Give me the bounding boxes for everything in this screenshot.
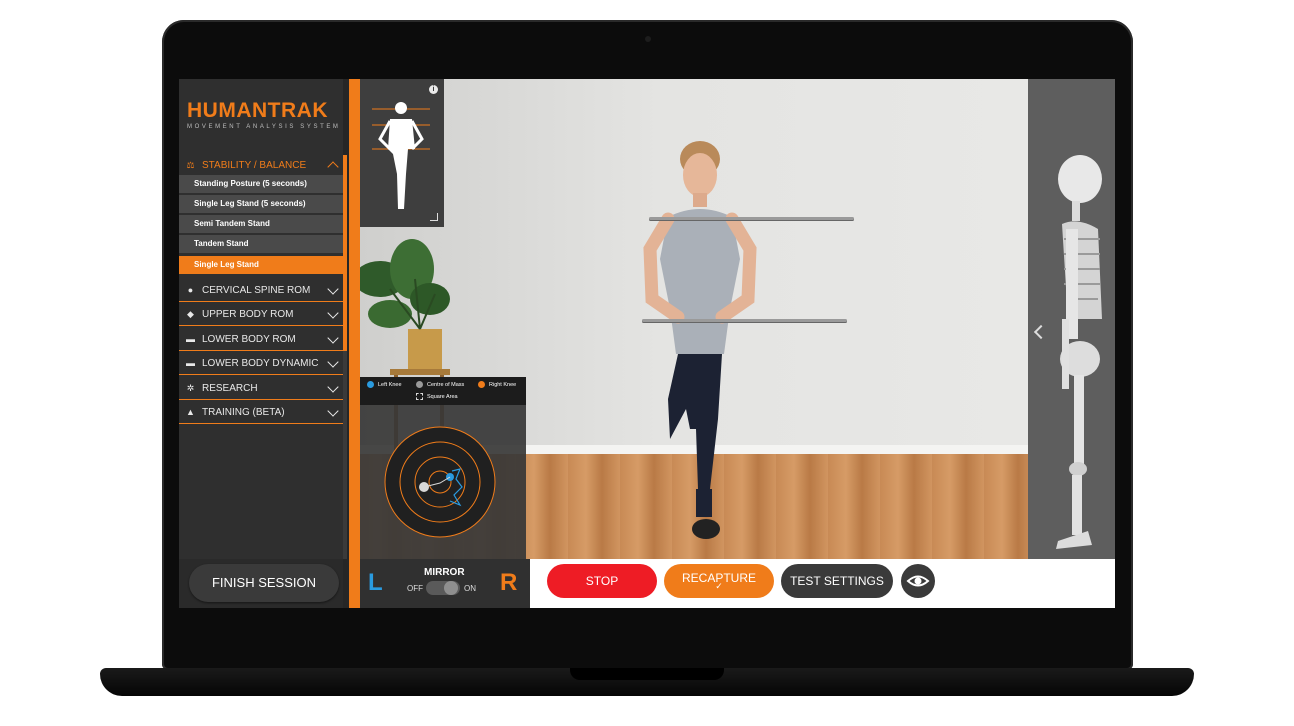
- subitem-single-leg-stand-5s[interactable]: Single Leg Stand (5 seconds): [179, 195, 343, 213]
- legend-label: Left Knee: [378, 381, 402, 388]
- subitem-tandem-stand[interactable]: Tandem Stand: [179, 235, 343, 253]
- legend-centre-of-mass: Centre of Mass: [416, 381, 464, 388]
- legend-label: Centre of Mass: [427, 381, 465, 388]
- category-training-beta[interactable]: ▲ TRAINING (BETA): [179, 402, 343, 424]
- legend-square-area: Square Area: [416, 393, 458, 400]
- recapture-right-button[interactable]: RECAPTURE RIGHT ✓: [664, 564, 774, 608]
- category-label: LOWER BODY DYNAMIC: [202, 358, 319, 369]
- mirror-label: MIRROR: [424, 567, 465, 578]
- chevron-down-icon: [327, 405, 339, 417]
- gear-icon: ✲: [186, 383, 195, 393]
- pose-figure: [372, 102, 430, 209]
- mirror-off-label: OFF: [407, 584, 423, 593]
- subitem-standing-posture[interactable]: Standing Posture (5 seconds): [179, 175, 343, 193]
- category-label: STABILITY / BALANCE: [202, 159, 307, 171]
- legend-left-knee: Left Knee: [367, 381, 402, 388]
- chevron-down-icon: [327, 356, 339, 368]
- category-lower-body-rom[interactable]: ▬ LOWER BODY ROM: [179, 329, 343, 351]
- mirror-on-label: ON: [464, 584, 476, 593]
- mirror-toggle[interactable]: [426, 581, 460, 595]
- chevron-down-icon: [327, 381, 339, 393]
- chevron-down-icon: [327, 307, 339, 319]
- category-upper-body-rom[interactable]: ◆ UPPER BODY ROM: [179, 304, 343, 326]
- category-research[interactable]: ✲ RESEARCH: [179, 378, 343, 400]
- action-bar: STOP RECAPTURE RIGHT ✓ TEST SETTINGS: [530, 559, 1115, 608]
- subitem-single-leg-stand[interactable]: Single Leg Stand: [179, 256, 343, 274]
- logo-wordmark: HUMANTRAK: [187, 99, 328, 122]
- category-label: UPPER BODY ROM: [202, 309, 294, 320]
- finish-session-button[interactable]: FINISH SESSION: [189, 564, 339, 602]
- balance-target-plot: [384, 426, 496, 538]
- square-area-swatch: [416, 393, 423, 400]
- chevron-up-icon: [327, 161, 339, 173]
- skeleton-panel: [1028, 79, 1115, 559]
- balance-plot-panel: Left Knee Centre of Mass Right Knee Squa…: [360, 377, 526, 559]
- logo-tagline: MOVEMENT ANALYSIS SYSTEM: [187, 124, 341, 130]
- sidebar: HUMANTRAK MOVEMENT ANALYSIS SYSTEM ⚖ STA…: [179, 79, 343, 559]
- camera-view: i Left Knee Centre of Mass Right Knee Sq…: [360, 79, 1028, 559]
- category-label: TRAINING (BETA): [202, 407, 285, 418]
- visibility-button[interactable]: [901, 564, 935, 598]
- weight-icon: ▲: [186, 407, 195, 417]
- category-label: LOWER BODY ROM: [202, 334, 296, 345]
- sidebar-footer: FINISH SESSION: [179, 559, 343, 608]
- shoe-icon: ▬: [186, 358, 195, 368]
- app-screen: HUMANTRAK MOVEMENT ANALYSIS SYSTEM ⚖ STA…: [179, 79, 1115, 608]
- laptop-notch: [570, 668, 724, 680]
- balance-legend: Left Knee Centre of Mass Right Knee Squa…: [360, 377, 526, 405]
- orange-divider: [349, 79, 360, 608]
- info-icon[interactable]: i: [429, 85, 438, 94]
- subitem-semi-tandem-stand[interactable]: Semi Tandem Stand: [179, 215, 343, 233]
- category-label: CERVICAL SPINE ROM: [202, 285, 311, 296]
- laptop-frame: HUMANTRAK MOVEMENT ANALYSIS SYSTEM ⚖ STA…: [0, 0, 1294, 726]
- category-stability-balance[interactable]: ⚖ STABILITY / BALANCE: [179, 154, 343, 176]
- category-cervical-spine-rom[interactable]: ● CERVICAL SPINE ROM: [179, 280, 343, 302]
- shoe-icon: ▬: [186, 334, 195, 344]
- shoulder-alignment-line: [649, 217, 854, 220]
- legend-label: Right Knee: [489, 381, 517, 388]
- skeleton-model: [1056, 155, 1102, 549]
- expand-icon[interactable]: [430, 213, 438, 221]
- legend-right-knee: Right Knee: [478, 381, 516, 388]
- legend-label: Square Area: [427, 393, 458, 400]
- logo: HUMANTRAK MOVEMENT ANALYSIS SYSTEM: [187, 99, 343, 130]
- chevron-down-icon: [327, 332, 339, 344]
- balance-icon: ⚖: [186, 159, 195, 170]
- stop-button[interactable]: STOP: [547, 564, 657, 598]
- sidebar-scrollbar-thumb[interactable]: [343, 155, 347, 351]
- right-knee-swatch: [478, 381, 485, 388]
- side-selector-panel: L MIRROR OFF ON R: [360, 559, 530, 608]
- category-label: RESEARCH: [202, 383, 258, 394]
- test-settings-button[interactable]: TEST SETTINGS: [781, 564, 893, 598]
- webcam: [645, 36, 651, 42]
- subject-person: [643, 141, 757, 539]
- pose-thumbnail-panel[interactable]: i: [360, 79, 444, 227]
- centre-of-mass-swatch: [416, 381, 423, 388]
- right-side-button[interactable]: R: [500, 569, 517, 597]
- left-side-button[interactable]: L: [368, 569, 383, 597]
- check-icon: ✓: [715, 581, 723, 591]
- head-icon: ●: [187, 285, 194, 295]
- eye-icon: [906, 575, 930, 587]
- left-knee-swatch: [367, 381, 374, 388]
- category-lower-body-dynamic[interactable]: ▬ LOWER BODY DYNAMIC: [179, 353, 343, 375]
- mirror-toggle-knob: [444, 581, 458, 595]
- arm-icon: ◆: [187, 309, 194, 319]
- hip-alignment-line: [642, 319, 847, 322]
- chevron-down-icon: [327, 283, 339, 295]
